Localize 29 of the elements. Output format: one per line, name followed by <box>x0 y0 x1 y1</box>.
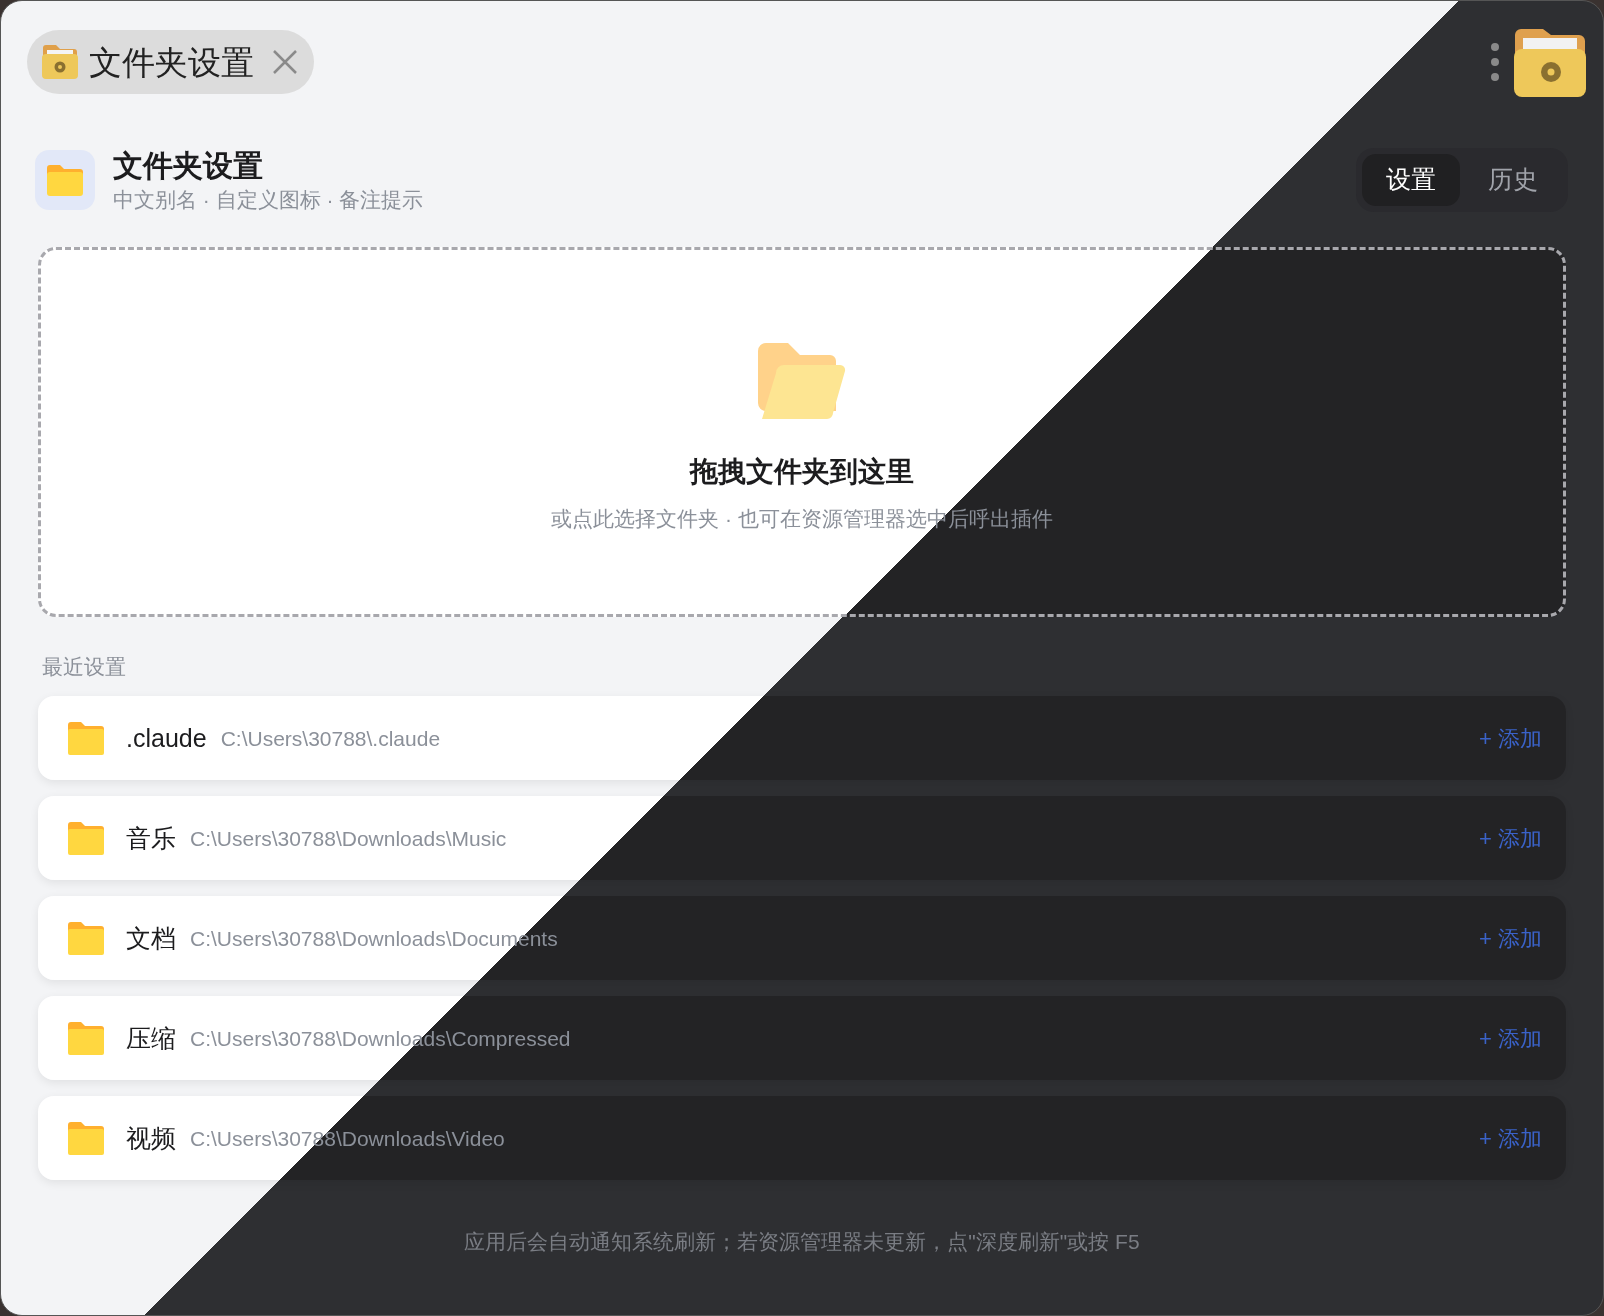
folder-icon <box>68 821 104 856</box>
page-subtitle: 中文别名 · 自定义图标 · 备注提示 <box>113 186 424 213</box>
drop-zone-title: 拖拽文件夹到这里 <box>690 455 914 489</box>
folder-name: .claude <box>126 722 207 754</box>
folder-path: C:\Users\30788\Downloads\Music <box>190 825 507 852</box>
recent-folder-row[interactable]: 音乐 C:\Users\30788\Downloads\Music + 添加 <box>38 796 1566 881</box>
footer-note: 应用后会自动通知系统刷新；若资源管理器未更新，点"深度刷新"或按 F5 <box>464 1228 1140 1255</box>
app-icon <box>35 149 95 210</box>
folder-name: 音乐 <box>126 822 176 854</box>
folder-name: 压缩 <box>126 1022 176 1054</box>
tab[interactable]: 历史 <box>1464 153 1562 206</box>
more-menu-icon[interactable] <box>1490 42 1500 82</box>
close-icon[interactable] <box>272 49 298 75</box>
folder-icon <box>68 921 104 956</box>
tab[interactable]: 设置 <box>1362 153 1460 206</box>
tab-title: 文件夹设置 <box>89 45 254 79</box>
section-label: 最近设置 <box>42 653 127 680</box>
folder-path: C:\Users\30788\.claude <box>220 725 441 752</box>
folder-gear-icon <box>41 44 79 80</box>
folder-name: 文档 <box>126 922 176 954</box>
folder-icon <box>68 721 104 756</box>
page-title: 文件夹设置 <box>113 148 264 184</box>
folder-icon <box>68 1021 104 1056</box>
folder-icon <box>68 1121 104 1156</box>
folder-name: 视频 <box>126 1122 176 1154</box>
title-chip[interactable]: 文件夹设置 <box>27 30 314 94</box>
folder-icon <box>758 343 846 419</box>
recent-folder-row[interactable]: .claude C:\Users\30788\.claude + 添加 <box>38 696 1566 781</box>
folder-gear-icon[interactable] <box>1514 27 1586 97</box>
